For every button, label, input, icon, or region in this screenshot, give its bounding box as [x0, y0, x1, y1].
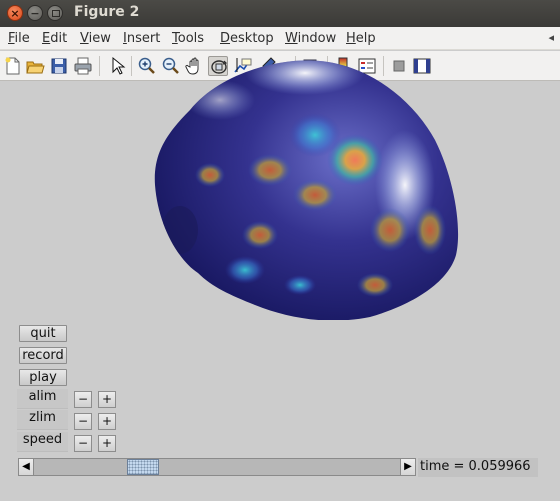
- minimize-window-button[interactable]: −: [27, 5, 43, 21]
- title-bar: × − Figure 2: [0, 0, 560, 27]
- alim-label: alim: [17, 389, 68, 409]
- menu-bar: File Edit View Insert Tools Desktop Wind…: [0, 27, 560, 50]
- menu-edit[interactable]: Edit: [42, 31, 67, 46]
- window-title: Figure 2: [74, 4, 140, 20]
- menu-insert[interactable]: Insert: [123, 31, 160, 46]
- open-file-icon[interactable]: [25, 56, 45, 76]
- time-readout: time = 0.059966: [418, 458, 538, 477]
- slider-track[interactable]: [33, 459, 401, 475]
- brain-surface-plot[interactable]: [150, 55, 470, 320]
- menu-arrow-icon[interactable]: ◂: [548, 31, 554, 44]
- slider-right-arrow-icon[interactable]: ▶: [400, 459, 415, 475]
- select-arrow-icon[interactable]: [107, 56, 127, 76]
- speed-label: speed: [17, 432, 68, 452]
- time-slider[interactable]: ◀ ▶: [18, 458, 416, 476]
- slider-left-arrow-icon[interactable]: ◀: [19, 459, 34, 475]
- menu-file[interactable]: File: [8, 31, 30, 46]
- alim-minus-button[interactable]: −: [74, 391, 92, 408]
- toolbar-separator: [99, 56, 100, 76]
- maximize-window-button[interactable]: [47, 5, 63, 21]
- menu-desktop[interactable]: Desktop: [220, 31, 274, 46]
- new-figure-icon[interactable]: [3, 56, 23, 76]
- save-icon[interactable]: [49, 56, 69, 76]
- print-icon[interactable]: [73, 56, 93, 76]
- close-window-button[interactable]: ×: [7, 5, 23, 21]
- quit-button[interactable]: quit: [19, 325, 67, 342]
- zlim-plus-button[interactable]: +: [98, 413, 116, 430]
- menu-tools[interactable]: Tools: [172, 31, 204, 46]
- menu-help[interactable]: Help: [346, 31, 376, 46]
- record-button[interactable]: record: [19, 347, 67, 364]
- alim-plus-button[interactable]: +: [98, 391, 116, 408]
- zlim-label: zlim: [17, 410, 68, 430]
- speed-minus-button[interactable]: −: [74, 435, 92, 452]
- play-button[interactable]: play: [19, 369, 67, 386]
- speed-plus-button[interactable]: +: [98, 435, 116, 452]
- toolbar-separator: [131, 56, 132, 76]
- menu-window[interactable]: Window: [285, 31, 336, 46]
- menu-view[interactable]: View: [80, 31, 111, 46]
- zlim-minus-button[interactable]: −: [74, 413, 92, 430]
- slider-thumb[interactable]: [127, 459, 159, 475]
